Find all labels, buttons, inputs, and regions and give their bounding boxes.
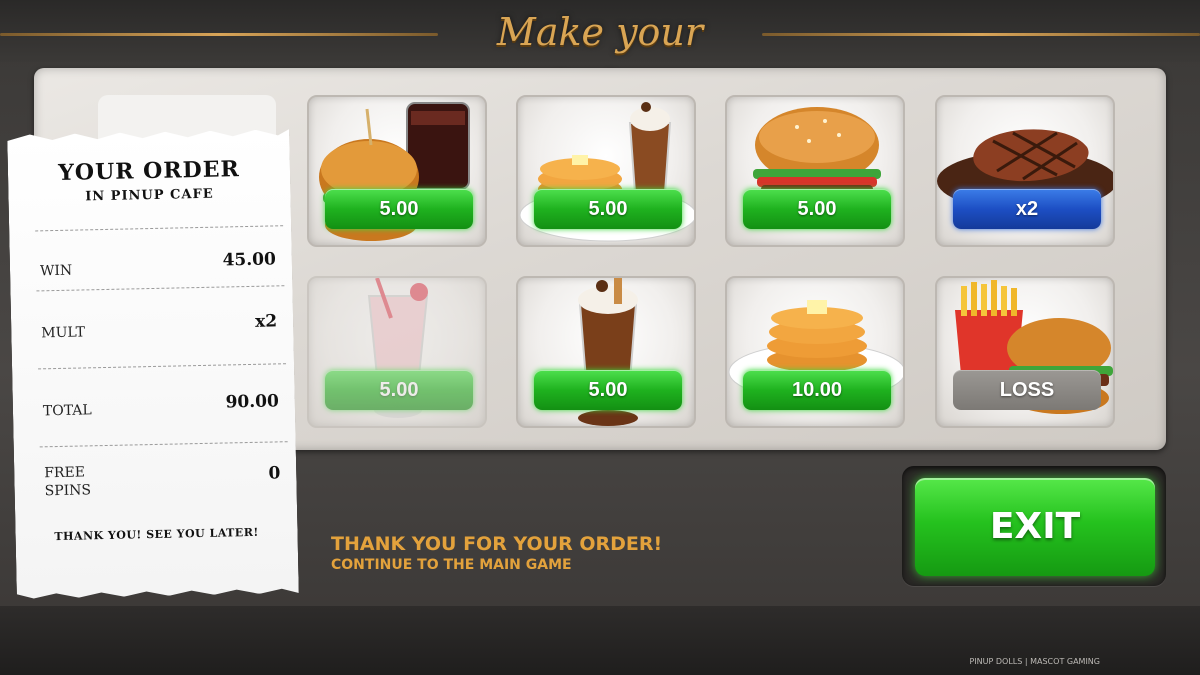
mult-label: MULT [41, 324, 86, 342]
receipt-divider [40, 441, 288, 447]
footer-credit: PINUP DOLLS | MASCOT GAMING [969, 657, 1100, 666]
menu-tile-chocolate-milkshake[interactable]: 5.00 [516, 276, 696, 428]
receipt-title: YOUR ORDER [57, 156, 240, 186]
exit-button[interactable]: EXIT [915, 478, 1155, 576]
order-receipt: YOUR ORDER IN PINUP CAFE WIN 45.00 MULT … [7, 129, 299, 599]
win-label: WIN [39, 262, 73, 280]
menu-tile-burger[interactable]: 5.00 [725, 95, 905, 247]
prize-label: 5.00 [325, 189, 473, 229]
menu-tile-pancakes[interactable]: 10.00 [725, 276, 905, 428]
menu-tile-fries-burger[interactable]: LOSS [935, 276, 1115, 428]
receipt-subtitle: IN PINUP CAFE [85, 186, 214, 205]
prize-label: LOSS [953, 370, 1101, 410]
prize-label: 5.00 [325, 370, 473, 410]
prize-label: x2 [953, 189, 1101, 229]
continue-message: CONTINUE TO THE MAIN GAME [331, 557, 572, 573]
receipt-divider [36, 285, 284, 291]
total-value: 90.00 [225, 391, 280, 413]
order-thanks-message: THANK YOU FOR YOUR ORDER! [331, 533, 663, 555]
menu-tile-burger-cola[interactable]: 5.00 [307, 95, 487, 247]
win-value: 45.00 [222, 249, 277, 271]
title-divider-left [0, 33, 438, 36]
free-spins-value: 0 [268, 463, 281, 484]
menu-tile-pancakes-milkshake[interactable]: 5.00 [516, 95, 696, 247]
prize-label: 5.00 [743, 189, 891, 229]
free-spins-label-line1: FREE [44, 464, 86, 482]
menu-tile-strawberry-shake[interactable]: 5.00 [307, 276, 487, 428]
total-label: TOTAL [42, 402, 92, 420]
prize-label: 5.00 [534, 189, 682, 229]
mult-value: x2 [254, 311, 278, 332]
page-title: Make your Order [496, 10, 704, 110]
free-spins-label-line2: SPINS [44, 482, 92, 500]
prize-label: 10.00 [743, 370, 891, 410]
receipt-thanks: THANK YOU! SEE YOU LATER! [54, 525, 259, 544]
receipt-divider [38, 363, 286, 369]
prize-label: 5.00 [534, 370, 682, 410]
title-divider-right [762, 33, 1200, 36]
menu-tile-steak[interactable]: x2 [935, 95, 1115, 247]
receipt-divider [35, 225, 283, 231]
